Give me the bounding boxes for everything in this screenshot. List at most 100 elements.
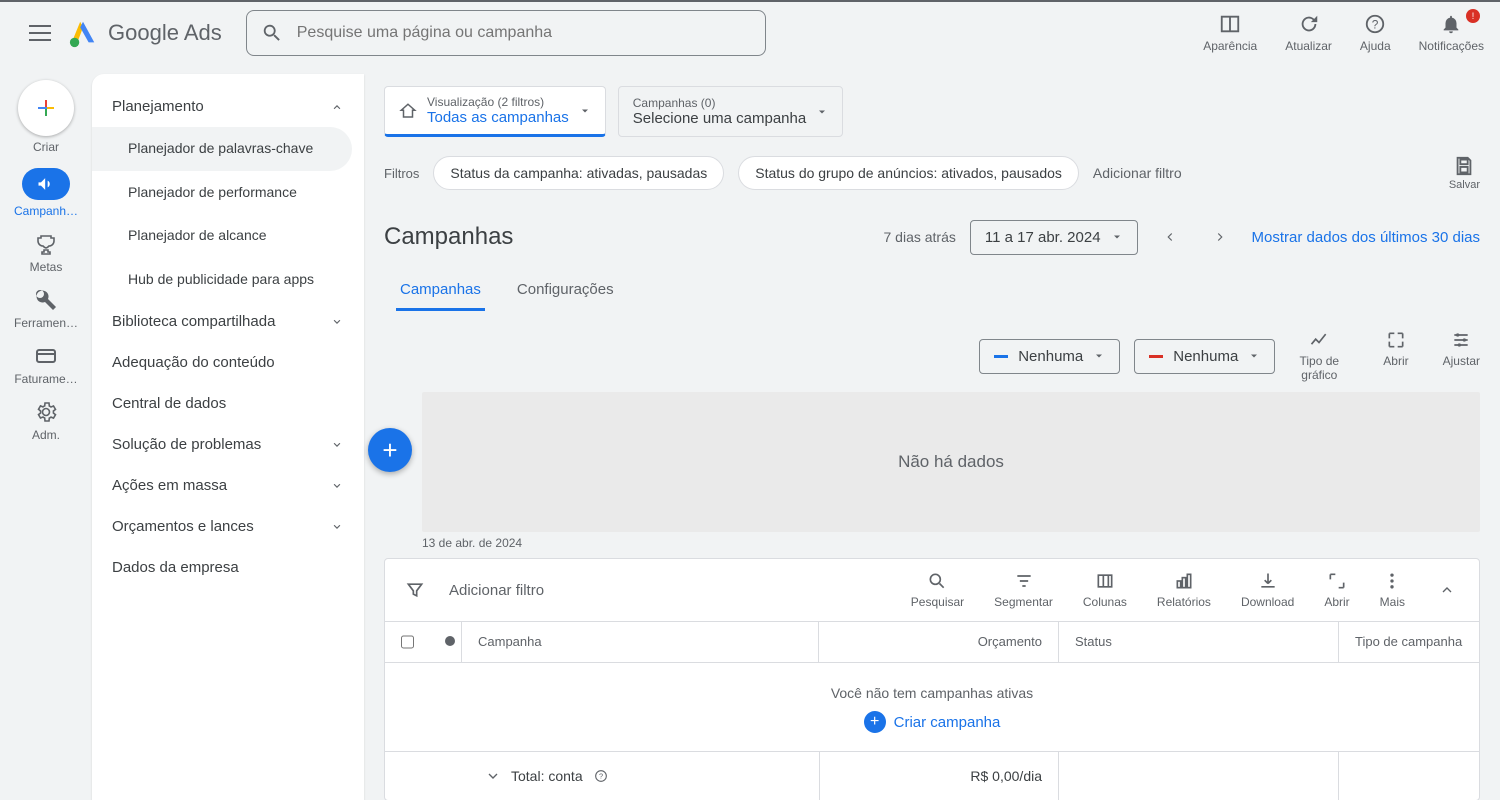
- empty-state-text: Você não tem campanhas ativas: [831, 685, 1033, 701]
- swatch-blue: [994, 355, 1008, 358]
- chevron-down-icon: [330, 315, 344, 329]
- section-troubleshooting[interactable]: Solução de problemas: [92, 424, 364, 465]
- chevron-down-icon: [816, 106, 828, 118]
- tool-open[interactable]: Abrir: [1324, 571, 1349, 609]
- search-input[interactable]: [297, 24, 751, 42]
- product-logo[interactable]: Google Ads: [68, 18, 222, 48]
- chart-type-button[interactable]: Tipo de gráfico: [1289, 330, 1349, 382]
- col-campaign[interactable]: Campanha: [462, 622, 819, 662]
- tool-download[interactable]: Download: [1241, 571, 1294, 609]
- chevron-down-icon[interactable]: [485, 768, 501, 784]
- tool-more[interactable]: Mais: [1380, 571, 1405, 609]
- plus-circle-icon: +: [864, 711, 886, 733]
- expand-icon: [1386, 330, 1406, 350]
- page-title: Campanhas: [384, 223, 513, 251]
- appearance-button[interactable]: Aparência: [1203, 13, 1257, 53]
- chart-line-icon: [1309, 330, 1329, 350]
- nav-performance-planner[interactable]: Planejador de performance: [92, 171, 364, 215]
- rail-tools[interactable]: Ferramen…: [6, 288, 86, 330]
- add-filter-link[interactable]: Adicionar filtro: [1093, 165, 1182, 181]
- trophy-icon: [34, 232, 58, 256]
- rail-billing[interactable]: Faturame…: [6, 344, 86, 386]
- help-icon: ?: [1364, 13, 1386, 35]
- date-next-button[interactable]: [1202, 219, 1238, 255]
- tab-campaigns[interactable]: Campanhas: [396, 271, 485, 311]
- nav-reach-planner[interactable]: Planejador de alcance: [92, 214, 364, 258]
- rail-admin[interactable]: Adm.: [6, 400, 86, 442]
- chevron-down-icon: [330, 479, 344, 493]
- scope-campaign[interactable]: Campanhas (0) Selecione uma campanha: [618, 86, 843, 137]
- home-icon: [399, 102, 417, 120]
- more-vertical-icon: [1382, 571, 1402, 591]
- date-range-picker[interactable]: 11 a 17 abr. 2024: [970, 220, 1138, 255]
- save-filters-button[interactable]: Salvar: [1449, 155, 1480, 191]
- col-status[interactable]: Status: [1059, 622, 1339, 662]
- col-status-dot: [429, 622, 462, 662]
- show-last-30-link[interactable]: Mostrar dados dos últimos 30 dias: [1252, 229, 1480, 246]
- create-campaign-link[interactable]: + Criar campanha: [864, 711, 1001, 733]
- columns-icon: [1095, 571, 1115, 591]
- plus-icon: [34, 96, 58, 120]
- tab-settings[interactable]: Configurações: [513, 271, 618, 311]
- tool-reports[interactable]: Relatórios: [1157, 571, 1211, 609]
- search-input-wrap[interactable]: [246, 10, 766, 56]
- rail-campaigns[interactable]: Campanh…: [6, 168, 86, 218]
- col-checkbox: [385, 622, 429, 662]
- tool-search[interactable]: Pesquisar: [911, 571, 964, 609]
- collapse-panel-button[interactable]: [1435, 578, 1459, 602]
- notification-badge: !: [1466, 9, 1480, 23]
- section-budgets-bidding[interactable]: Orçamentos e lances: [92, 506, 364, 547]
- rail-goals[interactable]: Metas: [6, 232, 86, 274]
- tools-icon: [34, 288, 58, 312]
- filter-icon[interactable]: [405, 580, 425, 600]
- refresh-button[interactable]: Atualizar: [1285, 13, 1332, 53]
- help-button[interactable]: ? Ajuda: [1360, 13, 1391, 53]
- filter-chip-adgroup-status[interactable]: Status do grupo de anúncios: ativados, p…: [738, 156, 1079, 190]
- table-add-filter[interactable]: Adicionar filtro: [449, 582, 544, 599]
- chart-area: Não há dados: [422, 392, 1480, 532]
- chevron-down-icon: [330, 520, 344, 534]
- help-circle-icon[interactable]: ?: [593, 768, 609, 784]
- fab-add-button[interactable]: +: [368, 428, 412, 472]
- section-bulk-actions[interactable]: Ações em massa: [92, 465, 364, 506]
- nav-keyword-planner[interactable]: Planejador de palavras-chave: [92, 127, 352, 171]
- chevron-right-icon: [1213, 230, 1227, 244]
- chevron-up-icon: [330, 100, 344, 114]
- search-icon: [261, 22, 283, 44]
- chevron-left-icon: [1163, 230, 1177, 244]
- chart-adjust-button[interactable]: Ajustar: [1443, 330, 1480, 382]
- bar-chart-icon: [1174, 571, 1194, 591]
- chevron-up-icon: [1439, 582, 1455, 598]
- expand-icon: [1327, 571, 1347, 591]
- col-type[interactable]: Tipo de campanha: [1339, 622, 1479, 662]
- total-row-label: Total: conta ?: [385, 752, 819, 800]
- hamburger-icon: [29, 25, 51, 41]
- filter-chip-campaign-status[interactable]: Status da campanha: ativadas, pausadas: [433, 156, 724, 190]
- section-shared-library[interactable]: Biblioteca compartilhada: [92, 301, 364, 342]
- nav-business-data[interactable]: Dados da empresa: [92, 547, 364, 588]
- select-all-checkbox[interactable]: [401, 634, 414, 650]
- metric-dropdown-blue[interactable]: Nenhuma: [979, 339, 1120, 374]
- chevron-down-icon: [1111, 231, 1123, 243]
- search-icon: [927, 571, 947, 591]
- chevron-down-icon: [579, 105, 591, 117]
- appearance-icon: [1219, 13, 1241, 35]
- col-budget[interactable]: Orçamento: [819, 622, 1059, 662]
- menu-button[interactable]: [16, 9, 64, 57]
- download-icon: [1258, 571, 1278, 591]
- tool-columns[interactable]: Colunas: [1083, 571, 1127, 609]
- date-prev-button[interactable]: [1152, 219, 1188, 255]
- metric-dropdown-red[interactable]: Nenhuma: [1134, 339, 1275, 374]
- rail-create[interactable]: Criar: [6, 80, 86, 154]
- nav-data-manager[interactable]: Central de dados: [92, 383, 364, 424]
- nav-app-hub[interactable]: Hub de publicidade para apps: [92, 258, 364, 302]
- section-planning[interactable]: Planejamento: [92, 86, 364, 127]
- notifications-button[interactable]: ! Notificações: [1419, 13, 1484, 53]
- tool-segment[interactable]: Segmentar: [994, 571, 1053, 609]
- chart-expand-button[interactable]: Abrir: [1383, 330, 1408, 382]
- save-icon: [1453, 155, 1475, 177]
- svg-text:?: ?: [599, 772, 603, 781]
- nav-content-suitability[interactable]: Adequação do conteúdo: [92, 342, 364, 383]
- scope-view[interactable]: Visualização (2 filtros) Todas as campan…: [384, 86, 606, 137]
- megaphone-icon: [36, 174, 56, 194]
